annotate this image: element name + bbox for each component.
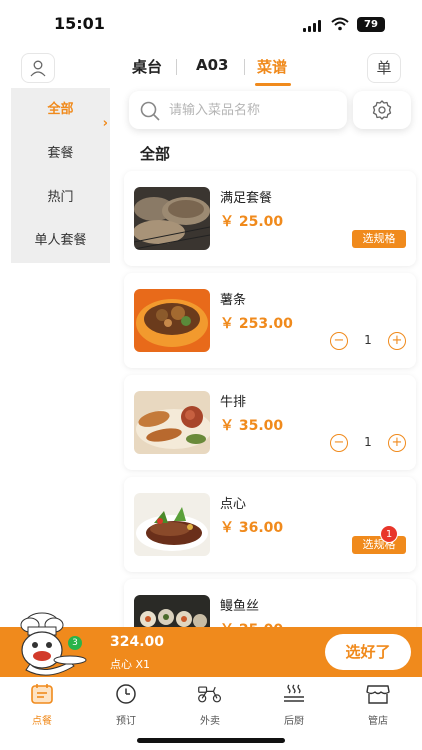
dish-card[interactable]: 满足套餐 ￥ 25.00 选规格 [124,171,416,266]
order-icon [31,684,53,704]
nav-store[interactable]: 管店 [348,683,408,727]
user-profile-button[interactable] [21,53,55,83]
search-input[interactable] [169,99,339,121]
sidebar-item-label: 热门 [47,190,74,205]
chef-mascot-icon[interactable] [8,612,96,678]
dish-name: 点心 [220,497,247,512]
nav-label: 点餐 [32,716,52,727]
tab-table[interactable]: 桌台 [132,56,162,77]
select-spec-button[interactable]: 选规格 [352,536,406,554]
dish-card[interactable]: 薯条 ￥ 253.00 − 1 + [124,273,416,368]
dish-price: ￥ 35.00 [220,418,284,434]
status-time: 15:01 [54,14,105,33]
decrease-quantity-button[interactable]: − [330,332,348,350]
cellular-signal-icon [303,20,325,32]
dish-image [134,493,210,556]
status-bar: 15:01 79 [0,0,422,46]
nav-label: 管店 [368,716,388,727]
cart-summary: 点心 X1 [110,658,151,671]
sidebar-item-label: 单人套餐 [34,233,87,248]
active-tab-indicator [255,83,291,86]
dish-price: ￥ 253.00 [220,316,293,332]
battery-icon: 79 [357,17,385,32]
settings-button[interactable] [353,91,411,129]
quantity-value: 1 [364,333,372,347]
quantity-stepper: − 1 + [330,332,406,350]
tab-menu[interactable]: 菜谱 [257,56,287,77]
search-icon [140,101,160,121]
wifi-icon [331,17,349,31]
dish-image [134,187,210,250]
increase-quantity-button[interactable]: + [388,434,406,452]
dish-image [134,289,210,352]
nav-label: 外卖 [200,716,220,727]
tab-divider [244,59,245,75]
dish-price: ￥ 36.00 [220,520,284,536]
dish-name: 薯条 [220,293,247,308]
order-list-button[interactable]: 单 [367,53,401,83]
dish-image [134,391,210,454]
checkout-button[interactable]: 选好了 [325,634,411,670]
user-icon [30,60,46,77]
scooter-icon [198,686,222,703]
store-icon [366,685,390,704]
cart-total: 324.00 [110,634,165,650]
top-header: 桌台 A03 菜谱 单 [0,46,422,90]
sidebar-item-label: 全部 [47,102,74,117]
dish-price: ￥ 25.00 [220,214,284,230]
dish-name: 牛排 [220,395,247,410]
nav-reservation[interactable]: 预订 [96,683,156,727]
nav-label: 后厨 [284,716,304,727]
nav-takeout[interactable]: 外卖 [180,683,240,727]
decrease-quantity-button[interactable]: − [330,434,348,452]
selected-count-badge: 1 [380,525,398,543]
kitchen-icon [284,684,304,702]
dish-card[interactable]: 牛排 ￥ 35.00 − 1 + [124,375,416,470]
quantity-stepper: − 1 + [330,434,406,452]
section-title: 全部 [140,145,171,163]
sidebar-item-single-set[interactable]: 单人套餐 [11,219,110,263]
home-indicator [137,738,285,743]
clock-icon [116,684,136,704]
cart-count-badge: 3 [68,636,82,650]
dish-card[interactable]: 点心 ￥ 36.00 选规格 1 [124,477,416,572]
nav-label: 预订 [116,716,136,727]
gear-icon [372,100,392,120]
category-sidebar: 全部 › 套餐 热门 单人套餐 [11,88,110,263]
dish-name: 满足套餐 [220,191,273,206]
sidebar-item-popular[interactable]: 热门 [11,176,110,220]
select-spec-button[interactable]: 选规格 [352,230,406,248]
nav-kitchen[interactable]: 后厨 [264,683,324,727]
tab-table-number[interactable]: A03 [196,56,228,74]
sidebar-item-label: 套餐 [47,146,74,161]
tab-divider [176,59,177,75]
quantity-value: 1 [364,435,372,449]
dish-name: 鳗鱼丝 [220,599,260,614]
sidebar-item-all[interactable]: 全部 › [11,88,110,132]
nav-order[interactable]: 点餐 [12,683,72,727]
search-box [129,91,347,129]
sidebar-item-set-meal[interactable]: 套餐 [11,132,110,176]
increase-quantity-button[interactable]: + [388,332,406,350]
